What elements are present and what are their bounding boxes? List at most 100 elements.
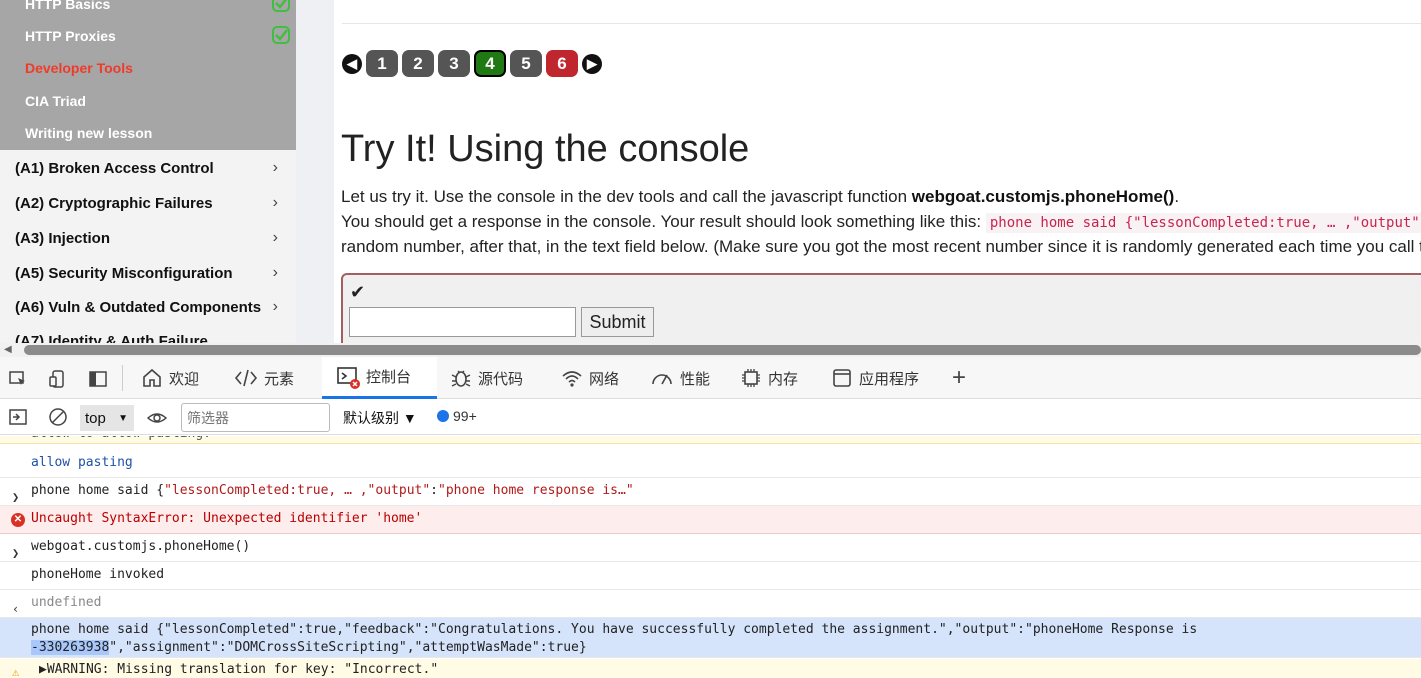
console-text: ","assignment":"DOMCrossSiteScripting","… (109, 640, 587, 655)
lesson-paragraph-3: random number, after that, in the text f… (341, 237, 1421, 256)
console-text: phone home said {"lessonCompleted":true,… (31, 622, 1198, 637)
dropdown-caret-icon: ▼ (118, 412, 128, 424)
subnav-item-developer-tools[interactable]: Developer Tools (25, 60, 133, 76)
subnav-item-http-basics[interactable]: HTTP Basics (25, 0, 110, 12)
tab-label: 欢迎 (169, 370, 200, 388)
example-output-code: phone home said {"lessonCompleted:true, … (985, 213, 1421, 233)
console-string: "phone home response is…" (438, 483, 634, 498)
tab-network[interactable]: 网络 (561, 357, 619, 399)
tab-memory[interactable]: 内存 (740, 357, 798, 399)
subnav-item-cia-triad[interactable]: CIA Triad (25, 93, 86, 109)
success-check-icon: ✔ (350, 282, 366, 302)
console-text-continued: -330263938","assignment":"DOMCrossSiteSc… (31, 639, 1421, 657)
scrollbar-thumb[interactable] (24, 345, 1421, 355)
devtools-tabbar: 欢迎 元素 控制台 源代码 网络 性能 内存 应用程序 + (0, 357, 1421, 399)
console-command[interactable]: ❯ phone home said {"lessonCompleted:true,… (0, 478, 1421, 506)
console-text: phoneHome invoked (31, 567, 165, 582)
chevron-right-icon: › (272, 264, 278, 281)
menu-category-a1[interactable]: (A1) Broken Access Control › (0, 151, 296, 185)
previous-page-arrow-icon[interactable]: ◀ (342, 53, 362, 74)
menu-category-label: (A2) Cryptographic Failures (15, 194, 213, 212)
tab-welcome[interactable]: 欢迎 (141, 357, 199, 399)
lesson-paragraph-1: Let us try it. Use the console in the de… (341, 187, 1179, 207)
console-text: allow pasting (31, 455, 133, 470)
chevron-right-icon: › (272, 194, 278, 211)
console-output: allow to allow pasting. allow pasting ❯p… (0, 436, 1421, 678)
console-command[interactable]: ❯ webgoat.customjs.phoneHome() (0, 534, 1421, 562)
lesson-paragraph-2: You should get a response in the console… (341, 212, 1421, 233)
toggle-sidebar-icon[interactable] (8, 407, 28, 427)
menu-category-a5[interactable]: (A5) Security Misconfiguration › (0, 256, 296, 290)
context-selector[interactable]: top ▼ (80, 405, 134, 431)
clear-console-icon[interactable] (48, 407, 68, 427)
menu-category-label: (A7) Identity & Auth Failure (15, 332, 208, 344)
wifi-icon (562, 371, 582, 387)
menu-category-label: (A3) Injection (15, 229, 111, 247)
chevron-right-icon: › (272, 229, 278, 246)
subnav-item-http-proxies[interactable]: HTTP Proxies (25, 28, 116, 44)
tab-application[interactable]: 应用程序 (831, 357, 919, 399)
menu-category-label: (A1) Broken Access Control (15, 159, 214, 177)
add-tab-plus-icon[interactable]: + (952, 357, 966, 399)
paragraph-text: . (1174, 187, 1180, 206)
console-text: : (430, 483, 438, 498)
subnav-item-writing-new-lesson[interactable]: Writing new lesson (25, 125, 152, 141)
device-emulation-icon[interactable] (48, 369, 68, 389)
tab-sources[interactable]: 源代码 (450, 357, 523, 399)
console-text: Uncaught SyntaxError: Unexpected identif… (31, 511, 423, 526)
menu-category-a7[interactable]: (A7) Identity & Auth Failure (0, 324, 296, 344)
devtools-panel: 欢迎 元素 控制台 源代码 网络 性能 内存 应用程序 + top ▼ 筛选器 … (0, 357, 1421, 678)
log-level-dropdown[interactable]: 默认级别 ▼ (343, 408, 417, 428)
console-toolbar: top ▼ 默认级别 ▼ 99+ (0, 399, 1421, 435)
paragraph-text: You should get a response in the console… (341, 212, 986, 231)
page-button-2[interactable]: 2 (402, 50, 434, 77)
horizontal-scrollbar[interactable]: ◀ (0, 343, 1421, 357)
chevron-right-icon: › (272, 298, 278, 315)
tab-label: 性能 (680, 370, 711, 388)
console-icon (337, 366, 360, 389)
page-button-3[interactable]: 3 (438, 50, 470, 77)
tab-label: 网络 (589, 370, 620, 388)
tab-console[interactable]: 控制台 (322, 357, 437, 399)
issues-counter[interactable]: 99+ (437, 408, 477, 424)
sidebar-gutter (296, 0, 334, 343)
next-page-arrow-icon[interactable]: ▶ (582, 53, 602, 74)
lesson-pager: ◀ 1 2 3 4 5 6 ▶ (342, 50, 602, 77)
scroll-left-arrow-icon[interactable]: ◀ (4, 344, 12, 355)
inspect-element-icon[interactable] (8, 369, 28, 389)
console-message: allow to allow pasting. (0, 436, 1421, 444)
bug-icon (451, 370, 471, 387)
console-text: phone home said { (31, 483, 165, 498)
lesson-title: Try It! Using the console (341, 128, 750, 170)
menu-category-a3[interactable]: (A3) Injection › (0, 221, 296, 255)
tab-performance[interactable]: 性能 (650, 357, 710, 399)
completed-check-icon (272, 26, 290, 44)
console-string: "lessonCompleted:true, … ,"output" (164, 483, 431, 498)
home-icon (143, 368, 161, 387)
page-button-6[interactable]: 6 (546, 50, 578, 77)
gauge-icon (652, 374, 672, 385)
error-icon: ✕ (11, 513, 25, 527)
console-message-selected[interactable]: phone home said {"lessonCompleted":true,… (0, 618, 1421, 658)
submit-button[interactable]: Submit (581, 307, 654, 337)
dock-sidebar-icon[interactable] (88, 369, 108, 389)
menu-category-a6[interactable]: (A6) Vuln & Outdated Components › (0, 290, 296, 324)
page-button-4-current[interactable]: 4 (474, 50, 506, 77)
answer-input[interactable] (349, 307, 576, 337)
eye-icon[interactable] (147, 408, 167, 428)
console-text: webgoat.customjs.phoneHome() (31, 539, 251, 554)
app-window-icon (833, 369, 851, 387)
console-text: undefined (31, 595, 102, 610)
lesson-subnav: HTTP Basics HTTP Proxies Developer Tools… (0, 0, 296, 150)
console-filter-input[interactable] (181, 403, 330, 432)
tab-label: 控制台 (366, 369, 412, 386)
tab-label: 应用程序 (859, 370, 920, 388)
menu-category-a2[interactable]: (A2) Cryptographic Failures › (0, 186, 296, 220)
warning-icon: ⚠ (12, 665, 20, 678)
console-warning: ⚠ ▶WARNING: Missing translation for key: … (0, 659, 1421, 678)
lesson-content: ◀ 1 2 3 4 5 6 ▶ Try It! Using the consol… (334, 0, 1421, 343)
tab-elements[interactable]: 元素 (234, 357, 294, 399)
page-button-1[interactable]: 1 (366, 50, 398, 77)
page-button-5[interactable]: 5 (510, 50, 542, 77)
chevron-right-icon: › (272, 159, 278, 176)
